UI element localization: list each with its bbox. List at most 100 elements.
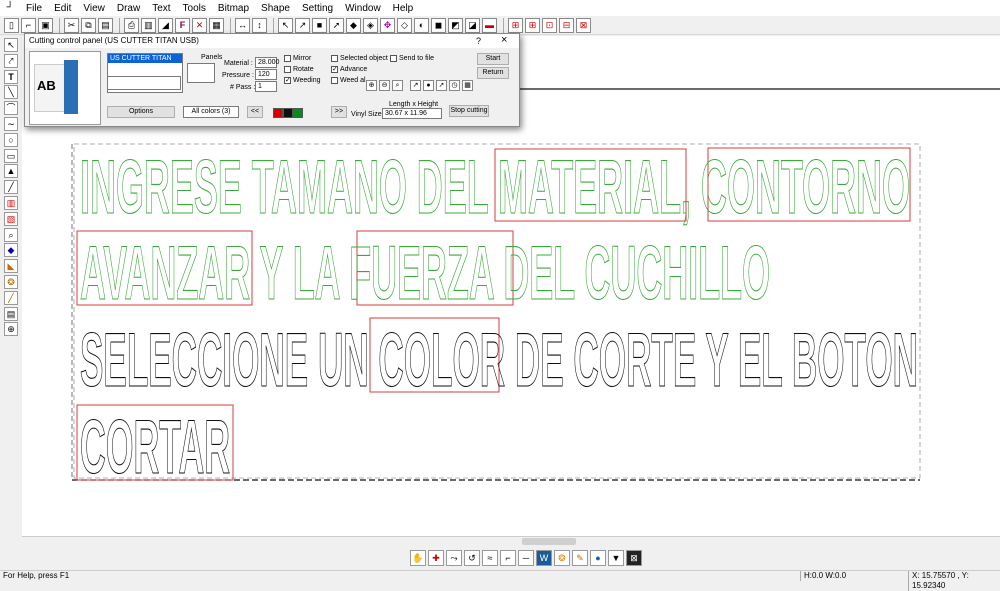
properties-icon[interactable]: ▦ [209, 17, 224, 33]
mirror-checkbox[interactable] [284, 55, 291, 62]
grid-icon[interactable]: ⊞ [525, 17, 540, 33]
dialog-titlebar[interactable]: Cutting control panel (US CUTTER TITAN U… [25, 34, 519, 48]
menu-window[interactable]: Window [339, 3, 387, 14]
print-icon[interactable]: ⎙ [124, 17, 139, 33]
panels-preview[interactable] [187, 63, 215, 83]
emblem-icon[interactable]: ❂ [554, 550, 570, 566]
weed-box-icon[interactable]: W [536, 550, 552, 566]
zoom-in-icon[interactable]: ⊕ [366, 80, 377, 91]
shadow-icon[interactable]: ▬ [482, 17, 497, 33]
pointer-icon[interactable]: ↖ [278, 17, 293, 33]
close-icon[interactable]: × [501, 33, 507, 47]
target-tool-icon[interactable]: ⊕ [4, 322, 18, 337]
crop-icon[interactable]: ⊠ [626, 550, 642, 566]
flip-icon[interactable]: ⊠ [576, 17, 591, 33]
previous-color-button[interactable]: << [247, 106, 263, 118]
colors-select[interactable]: All colors (3) [183, 106, 239, 118]
weed-all-checkbox[interactable] [331, 77, 338, 84]
ungroup-icon[interactable]: ◩ [448, 17, 463, 33]
pressure-field[interactable]: 120 [255, 69, 277, 80]
corner-node-icon[interactable]: ⌐ [500, 550, 516, 566]
weed-tool-icon[interactable]: ▥ [4, 195, 18, 210]
intersect-icon[interactable]: ◪ [465, 17, 480, 33]
arrow-tool-icon[interactable]: ↖ [4, 38, 18, 52]
rotate-icon[interactable]: ⊟ [559, 17, 574, 33]
bucket-tool-icon[interactable]: ◣ [4, 259, 18, 274]
break-node-icon[interactable]: ⤳ [446, 550, 462, 566]
return-button[interactable]: Return [477, 67, 509, 79]
menu-view[interactable]: View [77, 3, 111, 14]
settings-grid-icon[interactable]: ▦ [462, 80, 473, 91]
calc-tool-icon[interactable]: ▤ [4, 306, 18, 321]
align-icon[interactable]: ⊞ [508, 17, 523, 33]
menu-draw[interactable]: Draw [111, 3, 146, 14]
add-node-icon[interactable]: ✚ [428, 550, 444, 566]
save-icon[interactable]: ▣ [38, 17, 53, 33]
menu-file[interactable]: File [20, 3, 48, 14]
zoom-out-icon[interactable]: ⊖ [379, 80, 390, 91]
join-node-icon[interactable]: ↺ [464, 550, 480, 566]
stop-cutting-button[interactable]: Stop cutting [449, 105, 489, 117]
options-button[interactable]: Options [107, 106, 175, 118]
weeding-checkbox[interactable]: ✓ [284, 77, 291, 84]
design-text-line2[interactable]: AVANZAR Y LA FUERZA DEL CUCHILLO [79, 230, 770, 316]
knife-icon[interactable]: ➚ [329, 17, 344, 33]
color-swatch-black[interactable] [283, 108, 293, 118]
smooth-node-icon[interactable]: ≈ [482, 550, 498, 566]
text-tool-icon[interactable]: T [4, 69, 18, 84]
group-icon[interactable]: ◼ [431, 17, 446, 33]
center-icon[interactable]: ✥ [380, 17, 395, 33]
advance-checkbox[interactable]: ✓ [331, 66, 338, 73]
rectangle-tool-icon[interactable]: ▭ [4, 148, 18, 163]
pan-hand-icon[interactable]: ✋ [410, 550, 426, 566]
node-tool-icon[interactable]: ⤤ [4, 53, 18, 68]
length-height-field[interactable]: 30.67 x 11.96 [382, 108, 442, 119]
height-icon[interactable]: ↕ [252, 17, 267, 33]
line-tool-icon[interactable]: ╲ [4, 85, 18, 100]
shape-tool-icon[interactable]: ▲ [4, 164, 18, 179]
move-head-icon[interactable]: ➚ [436, 80, 447, 91]
start-button[interactable]: Start [477, 53, 509, 65]
menu-help[interactable]: Help [387, 3, 420, 14]
app-icon[interactable]: ┘ [4, 2, 16, 14]
contour-tool-icon[interactable]: ❂ [4, 274, 18, 289]
next-color-button[interactable]: >> [331, 106, 347, 118]
delete-x-icon[interactable]: ✕ [192, 17, 207, 33]
open-icon[interactable]: ⌐ [21, 17, 36, 33]
image-tool-icon[interactable]: ▧ [4, 211, 18, 226]
pencil-icon[interactable]: ✎ [572, 550, 588, 566]
color-swatch-green[interactable] [293, 108, 303, 118]
knife-tool-icon[interactable]: ╱ [4, 180, 18, 195]
menu-setting[interactable]: Setting [296, 3, 339, 14]
ellipse-tool-icon[interactable]: ○ [4, 132, 18, 147]
timer-icon[interactable]: ◷ [449, 80, 460, 91]
menu-tools[interactable]: Tools [177, 3, 212, 14]
selected-object-checkbox[interactable] [331, 55, 338, 62]
design-text-line4[interactable]: CORTAR [79, 404, 230, 490]
globe-icon[interactable]: ● [590, 550, 606, 566]
rectangle-icon[interactable]: ■ [312, 17, 327, 33]
send-to-file-checkbox[interactable] [390, 55, 397, 62]
line-node-icon[interactable]: ─ [518, 550, 534, 566]
menu-edit[interactable]: Edit [48, 3, 77, 14]
design-text-line1[interactable]: INGRESE TAMANO DEL MATERIAL, CONTORNO [79, 144, 910, 230]
menu-shape[interactable]: Shape [255, 3, 296, 14]
material-field[interactable]: 28.000 [255, 57, 279, 68]
fill-icon[interactable]: ◈ [363, 17, 378, 33]
zoom-fit-icon[interactable]: ⌕ [392, 80, 403, 91]
shirt-icon[interactable]: ▼ [608, 550, 624, 566]
node-edit-icon[interactable]: ↗ [295, 17, 310, 33]
cut-icon[interactable]: ✂ [64, 17, 79, 33]
scrollbar-thumb[interactable] [522, 538, 576, 545]
fill-tool-icon[interactable]: ◆ [4, 243, 18, 258]
freehand-tool-icon[interactable]: ∼ [4, 116, 18, 131]
play-icon[interactable]: ● [423, 80, 434, 91]
cutter-icon[interactable]: ▥ [141, 17, 156, 33]
paste-icon[interactable]: ▤ [98, 17, 113, 33]
cutter-port-field[interactable] [107, 76, 181, 90]
curve-tool-icon[interactable]: ⌒ [4, 101, 18, 116]
new-icon[interactable]: ▯ [4, 17, 19, 33]
mirror-icon[interactable]: ⊡ [542, 17, 557, 33]
pencil-tool-icon[interactable]: ╱ [4, 290, 18, 305]
width-icon[interactable]: ↔ [235, 17, 250, 33]
